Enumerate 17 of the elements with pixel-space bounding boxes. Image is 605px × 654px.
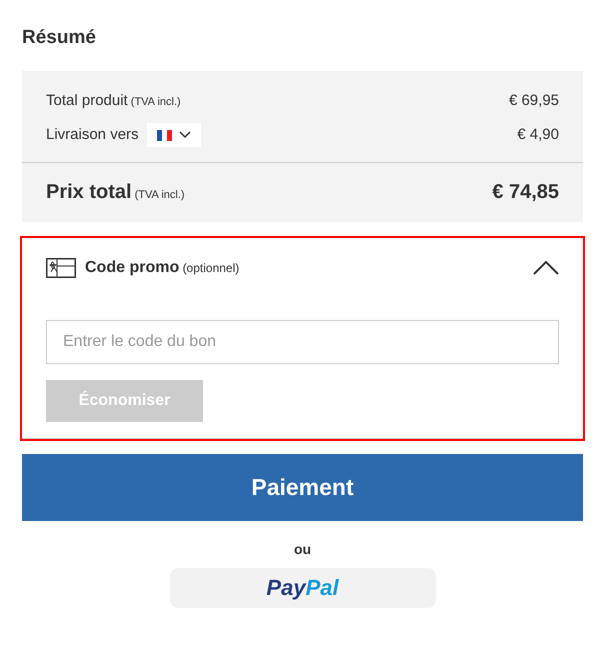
flag-icon xyxy=(156,130,173,140)
gift-card-icon xyxy=(46,258,76,278)
chevron-down-icon xyxy=(178,131,191,139)
total-value: € 74,85 xyxy=(492,180,559,205)
summary-value: € 4,90 xyxy=(517,124,559,145)
summary-label: Livraison vers xyxy=(46,124,139,145)
total-label: Prix total(TVA incl.) xyxy=(46,180,185,205)
summary-label: Total produit (TVA incl.) xyxy=(46,90,181,111)
paypal-button[interactable]: PayPal xyxy=(170,568,436,608)
summary-value: € 69,95 xyxy=(508,90,559,111)
country-selector[interactable] xyxy=(146,123,201,147)
section-title: Résumé xyxy=(22,26,96,50)
checkout-button[interactable]: Paiement xyxy=(22,454,583,520)
promo-title: Code promo (optionnel) xyxy=(85,258,240,278)
promo-code-field[interactable]: Entrer le code du bon xyxy=(46,320,559,364)
chevron-up-icon[interactable] xyxy=(533,260,559,276)
separator-text: ou xyxy=(294,540,312,558)
